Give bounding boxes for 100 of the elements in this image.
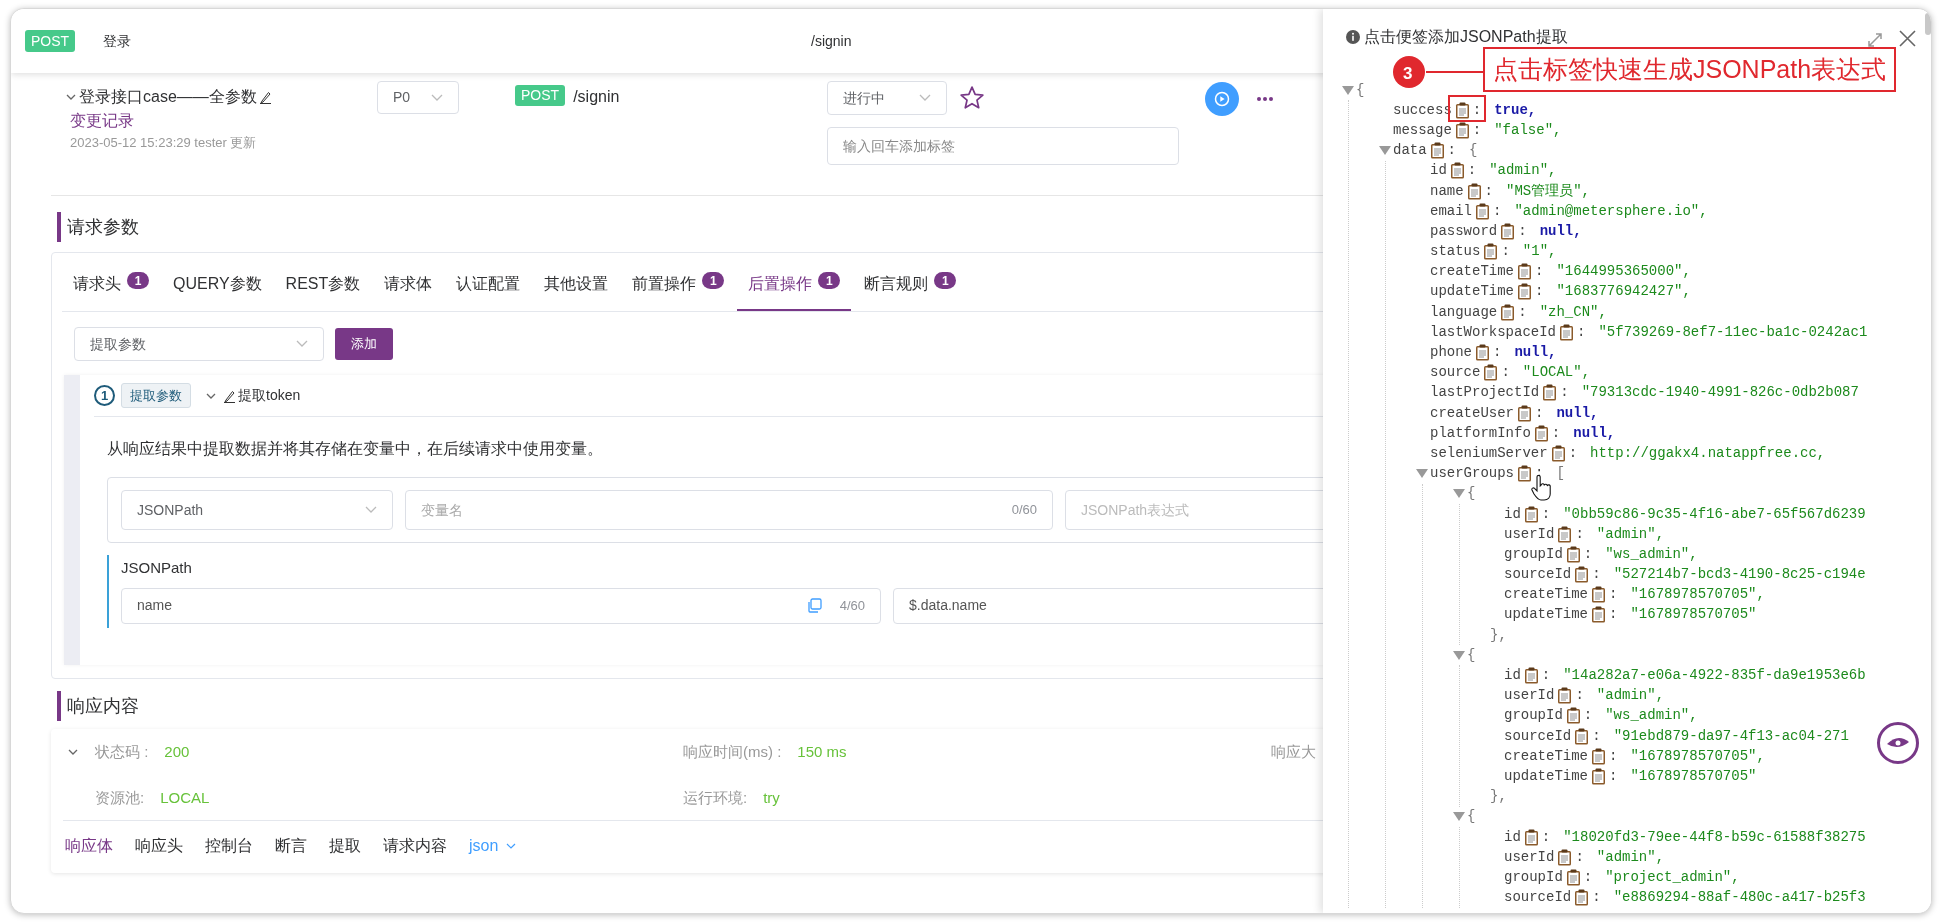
- field-label: 资源池:: [95, 787, 145, 808]
- collapse-triangle-icon[interactable]: [1379, 145, 1391, 157]
- tab[interactable]: REST参数: [274, 270, 372, 311]
- variable-input[interactable]: name 4/60: [121, 587, 881, 624]
- clipboard-icon[interactable]: [1454, 101, 1470, 119]
- clipboard-icon[interactable]: [1557, 687, 1573, 705]
- json-key: status: [1430, 241, 1481, 263]
- clipboard-icon[interactable]: [1500, 303, 1516, 321]
- tab[interactable]: 请求体: [373, 270, 444, 311]
- close-icon[interactable]: [1899, 30, 1916, 47]
- tab[interactable]: 认证配置: [445, 270, 532, 311]
- collapse-triangle-icon[interactable]: [1342, 84, 1354, 96]
- add-button[interactable]: 添加: [335, 328, 393, 360]
- clipboard-icon[interactable]: [1500, 222, 1516, 240]
- clipboard-icon[interactable]: [1449, 162, 1465, 180]
- clipboard-icon[interactable]: [1574, 566, 1590, 584]
- clipboard-icon[interactable]: [1517, 465, 1532, 483]
- json-bracket: [: [1556, 464, 1565, 484]
- clipboard-icon[interactable]: [1533, 424, 1549, 442]
- clipboard-icon[interactable]: [1475, 202, 1490, 220]
- clipboard-icon[interactable]: [1483, 364, 1499, 382]
- clipboard-icon[interactable]: [1574, 889, 1590, 907]
- clipboard-icon[interactable]: [1591, 586, 1606, 604]
- tab[interactable]: 请求头 1: [62, 270, 160, 311]
- count-badge: 1: [934, 272, 957, 289]
- priority-select[interactable]: P0: [377, 81, 459, 114]
- field-label: 响应大: [1271, 741, 1316, 762]
- tab[interactable]: 其他设置: [533, 270, 620, 311]
- json-key: createTime: [1430, 261, 1514, 283]
- clipboard-icon[interactable]: [1591, 747, 1606, 765]
- clipboard-icon[interactable]: [1565, 545, 1581, 563]
- clipboard-icon[interactable]: [1523, 828, 1539, 846]
- tab[interactable]: 前置操作 1: [621, 270, 736, 311]
- json-colon: :: [1560, 383, 1569, 403]
- clipboard-icon[interactable]: [1591, 606, 1606, 624]
- change-log-link[interactable]: 变更记录: [70, 109, 134, 133]
- json-key: userId: [1504, 846, 1555, 868]
- json-colon: :: [1592, 565, 1601, 585]
- tag-input[interactable]: 输入回车添加标签: [827, 127, 1180, 165]
- json-value: "false",: [1494, 120, 1562, 140]
- clipboard-icon[interactable]: [1557, 525, 1573, 543]
- clipboard-icon[interactable]: [1483, 243, 1499, 261]
- clipboard-icon[interactable]: [1559, 323, 1575, 341]
- collapse-triangle-icon[interactable]: [1453, 811, 1465, 823]
- clipboard-icon[interactable]: [1523, 505, 1539, 523]
- method-badge: POST: [515, 85, 566, 106]
- collapse-triangle-icon[interactable]: [1453, 488, 1465, 500]
- clipboard-icon[interactable]: [1517, 404, 1532, 422]
- tab[interactable]: 控制台: [205, 834, 253, 858]
- clipboard-icon[interactable]: [1517, 263, 1532, 281]
- json-colon: :: [1568, 443, 1578, 463]
- expand-icon[interactable]: [1867, 32, 1883, 48]
- json-bracket: {: [1469, 141, 1478, 161]
- clipboard-icon[interactable]: [1517, 283, 1532, 301]
- clipboard-icon[interactable]: [1454, 121, 1470, 139]
- eye-button[interactable]: [1876, 721, 1920, 765]
- clipboard-icon[interactable]: [1429, 142, 1445, 160]
- tab[interactable]: 断言规则 1: [853, 270, 968, 311]
- run-button[interactable]: [1205, 82, 1240, 116]
- clipboard-icon[interactable]: [1550, 444, 1566, 462]
- pencil-icon[interactable]: [223, 388, 236, 403]
- field-label: 响应时间(ms) :: [683, 741, 782, 762]
- char-count: 0/60: [1011, 501, 1037, 520]
- clipboard-icon[interactable]: [1565, 707, 1581, 725]
- json-key: seleniumServer: [1430, 442, 1548, 464]
- tab[interactable]: QUERY参数: [162, 270, 273, 311]
- more-icon[interactable]: [1257, 97, 1274, 101]
- json-value: "18020fd3-79ee-44f8-b59c-61588f38275: [1563, 827, 1866, 847]
- tab[interactable]: 断言: [275, 834, 307, 858]
- json-key: password: [1430, 220, 1498, 242]
- json-key: sourceId: [1504, 887, 1572, 909]
- type-select[interactable]: 提取参数: [74, 327, 324, 361]
- clipboard-icon[interactable]: [1557, 848, 1573, 866]
- field-value: try: [763, 787, 780, 808]
- tab[interactable]: 请求内容: [383, 834, 447, 858]
- star-icon[interactable]: [959, 85, 986, 111]
- tab[interactable]: 响应头: [135, 834, 183, 858]
- json-colon: :: [1609, 585, 1618, 605]
- clipboard-icon[interactable]: [1591, 767, 1606, 785]
- json-key: createUser: [1430, 402, 1514, 424]
- leader-line: [1426, 71, 1484, 73]
- status-select[interactable]: 进行中: [827, 81, 948, 115]
- clipboard-icon[interactable]: [1565, 868, 1581, 886]
- clipboard-icon[interactable]: [1574, 727, 1590, 745]
- json-value: "e8869294-88af-480c-a417-b25f3: [1613, 888, 1866, 908]
- expression-input[interactable]: $.data.name: [893, 587, 1323, 624]
- tab[interactable]: 后置操作 1: [737, 270, 852, 311]
- json-key: id: [1504, 503, 1521, 525]
- json-bracket: {: [1467, 645, 1476, 665]
- tab[interactable]: 响应体: [65, 834, 113, 858]
- clipboard-icon[interactable]: [1523, 667, 1539, 685]
- collapse-triangle-icon[interactable]: [1416, 468, 1428, 480]
- collapse-triangle-icon[interactable]: [1453, 649, 1465, 661]
- tab[interactable]: 提取: [329, 834, 361, 858]
- clipboard-icon[interactable]: [1475, 344, 1490, 362]
- clipboard-icon[interactable]: [1542, 384, 1558, 402]
- mode-select[interactable]: JSONPath: [121, 490, 393, 530]
- clipboard-icon[interactable]: [1466, 182, 1482, 200]
- pencil-icon[interactable]: [258, 90, 272, 104]
- json-colon: :: [1501, 363, 1510, 383]
